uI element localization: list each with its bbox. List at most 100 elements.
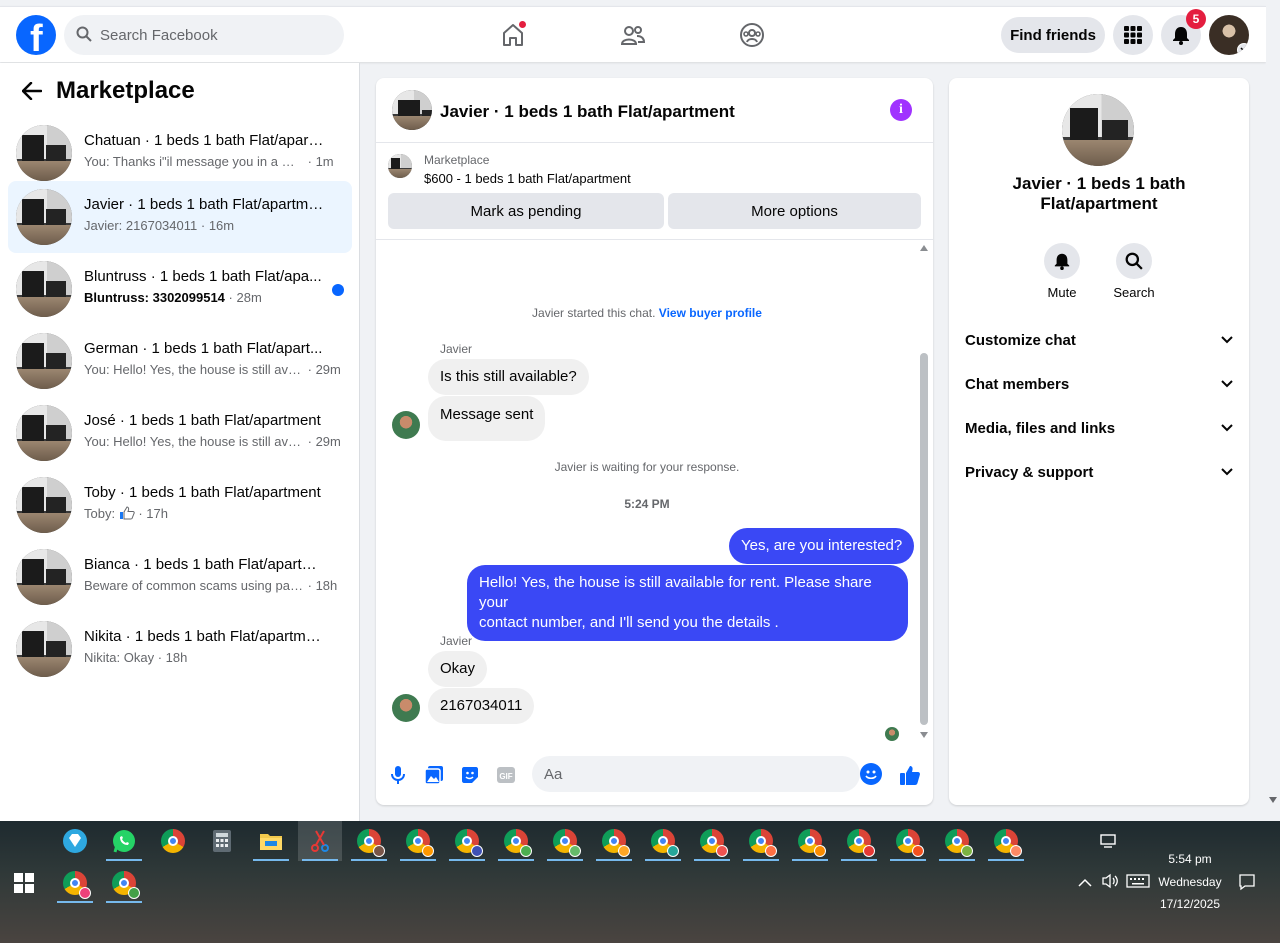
page-scrollbar[interactable] <box>1266 0 1280 821</box>
conversation-time: · 29m <box>307 434 341 449</box>
grid-menu-icon <box>1124 26 1142 44</box>
taskbar-app-chrome-profile[interactable] <box>984 821 1028 861</box>
conversation-item-active[interactable]: Javier · 1 beds 1 bath Flat/apartment Ja… <box>8 181 352 253</box>
search-in-chat-button[interactable]: Search <box>1104 243 1164 300</box>
taskbar-app-chrome-profile[interactable] <box>347 821 391 861</box>
chat-scrollbar[interactable] <box>919 243 929 743</box>
incoming-message[interactable]: 2167034011 <box>428 688 535 724</box>
groups-nav-button[interactable] <box>734 17 770 53</box>
conversation-time: · 28m <box>228 290 262 305</box>
chrome-icon <box>553 829 581 857</box>
taskbar-app-chrome-profile[interactable] <box>788 821 832 861</box>
message-list[interactable]: Javier started this chat. View buyer pro… <box>376 243 933 743</box>
taskbar-app-chrome-profile[interactable] <box>641 821 685 861</box>
listing-price-title[interactable]: $600 - 1 beds 1 bath Flat/apartment <box>424 171 631 186</box>
network-device-icon[interactable] <box>1100 833 1118 853</box>
scroll-down-arrow[interactable] <box>920 732 928 738</box>
gif-button[interactable]: GIF <box>494 763 518 787</box>
outgoing-message-long[interactable]: Hello! Yes, the house is still available… <box>467 565 908 641</box>
clock-date[interactable]: 17/12/2025 <box>1150 897 1230 911</box>
listing-thumbnail-large[interactable] <box>1062 94 1134 166</box>
taskbar-app-file-explorer[interactable] <box>249 821 293 861</box>
clock-time[interactable]: 5:54 pm <box>1150 852 1230 866</box>
incoming-message[interactable]: Okay <box>428 651 488 687</box>
incoming-message[interactable]: Message sent <box>428 396 546 441</box>
taskbar-app-chrome-profile[interactable] <box>445 821 489 861</box>
view-buyer-profile-link[interactable]: View buyer profile <box>659 306 762 320</box>
search-input[interactable] <box>100 15 330 55</box>
taskbar-app-chrome-profile[interactable] <box>886 821 930 861</box>
mute-label: Mute <box>1047 285 1077 300</box>
chat-title[interactable]: Javier · 1 beds 1 bath Flat/apartment <box>440 102 735 122</box>
taskbar-app-chrome-profile[interactable] <box>53 863 97 903</box>
taskbar-app-chrome-profile[interactable] <box>837 821 881 861</box>
taskbar-app-chrome-profile[interactable] <box>396 821 440 861</box>
taskbar-app-chrome-profile[interactable] <box>543 821 587 861</box>
page-scroll-down-arrow[interactable] <box>1269 797 1277 803</box>
attach-photo-button[interactable] <box>422 763 446 787</box>
volume-icon[interactable] <box>1101 873 1119 893</box>
search-bar[interactable] <box>64 15 344 55</box>
taskbar-app-chrome-profile[interactable] <box>592 821 636 861</box>
taskbar-app-chrome-plain[interactable] <box>151 821 195 861</box>
mute-button[interactable]: Mute <box>1032 243 1092 300</box>
taskbar-app-chrome-profile[interactable] <box>739 821 783 861</box>
conversation-item[interactable]: Toby · 1 beds 1 bath Flat/apartment Toby… <box>8 469 352 541</box>
outgoing-message[interactable]: Yes, are you interested? <box>729 528 915 564</box>
taskbar-app-calculator[interactable] <box>200 821 244 861</box>
customize-chat-row[interactable]: Customize chat <box>965 318 1233 362</box>
back-button[interactable] <box>16 75 48 107</box>
scroll-up-arrow[interactable] <box>920 245 928 251</box>
voice-clip-button[interactable] <box>386 763 410 787</box>
facebook-logo[interactable]: f <box>16 15 56 55</box>
send-like-button[interactable] <box>898 763 922 787</box>
arrow-left-icon <box>22 82 42 100</box>
show-hidden-icons-chevron-icon[interactable] <box>1078 875 1092 892</box>
message-input[interactable] <box>544 756 814 792</box>
scroll-thumb[interactable] <box>920 353 928 725</box>
conversation-time: · 17h <box>138 506 168 521</box>
home-notification-dot <box>518 20 527 29</box>
scissors-icon <box>311 830 329 852</box>
media-files-links-row[interactable]: Media, files and links <box>965 406 1233 450</box>
chat-listing-thumbnail[interactable] <box>392 90 432 130</box>
info-icon[interactable]: i <box>890 99 912 121</box>
taskbar-app-chrome-profile[interactable] <box>494 821 538 861</box>
friends-nav-button[interactable] <box>615 17 651 53</box>
conversation-item[interactable]: Bianca · 1 beds 1 bath Flat/apartm... Be… <box>8 541 352 613</box>
sticker-button[interactable] <box>458 763 482 787</box>
sender-avatar[interactable] <box>392 694 420 722</box>
privacy-support-row[interactable]: Privacy & support <box>965 450 1233 494</box>
folder-icon <box>260 834 282 850</box>
incoming-message[interactable]: Is this still available? <box>428 359 589 395</box>
taskbar-app-chrome-profile[interactable] <box>102 863 146 903</box>
menu-button[interactable] <box>1113 15 1153 55</box>
listing-thumbnail <box>16 621 72 677</box>
clock-day[interactable]: Wednesday <box>1150 875 1230 889</box>
listing-thumbnail <box>16 405 72 461</box>
conversation-item[interactable]: German · 1 beds 1 bath Flat/apart... You… <box>8 325 352 397</box>
sender-avatar[interactable] <box>392 411 420 439</box>
taskbar-app-snipping[interactable] <box>298 821 342 861</box>
taskbar-app-diamond[interactable] <box>53 821 97 861</box>
listing-mini-thumbnail[interactable] <box>388 154 412 178</box>
chat-window: Javier · 1 beds 1 bath Flat/apartment i … <box>376 78 933 805</box>
mark-as-pending-button[interactable]: Mark as pending <box>388 193 664 229</box>
account-avatar[interactable] <box>1209 15 1249 55</box>
message-input-box[interactable] <box>532 756 882 792</box>
emoji-icon[interactable] <box>860 763 882 785</box>
taskbar-app-whatsapp[interactable] <box>102 821 146 861</box>
more-options-button[interactable]: More options <box>668 193 921 229</box>
keyboard-icon[interactable] <box>1126 874 1150 892</box>
home-nav-button[interactable] <box>495 17 531 53</box>
conversation-item-unread[interactable]: Bluntruss · 1 beds 1 bath Flat/apa... Bl… <box>8 253 352 325</box>
windows-start-button[interactable] <box>14 873 34 893</box>
find-friends-button[interactable]: Find friends <box>1001 17 1105 53</box>
taskbar-app-chrome-profile[interactable] <box>935 821 979 861</box>
notification-center-icon[interactable] <box>1238 873 1256 895</box>
chat-members-row[interactable]: Chat members <box>965 362 1233 406</box>
conversation-item[interactable]: José · 1 beds 1 bath Flat/apartment You:… <box>8 397 352 469</box>
taskbar-app-chrome-profile[interactable] <box>690 821 734 861</box>
conversation-item[interactable]: Nikita · 1 beds 1 bath Flat/apartment Ni… <box>8 613 352 685</box>
conversation-item[interactable]: Chatuan · 1 beds 1 bath Flat/apart... Yo… <box>8 117 352 189</box>
